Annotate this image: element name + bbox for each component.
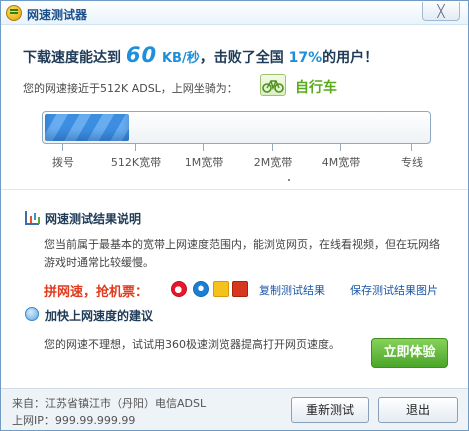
speed-value: 60 — [125, 43, 158, 67]
result-headline: 下载速度能达到 60 KB/秒，击败了全国 17%的用户！ — [23, 43, 378, 67]
tick-label-512k: 512K宽带 — [110, 156, 162, 169]
headline-mid: ，击败了全国 — [199, 50, 284, 66]
network-description: 您的网速接近于512K ADSL，上网坐骑为： — [23, 82, 238, 95]
tick-label-dialup: 拨号 — [52, 156, 74, 169]
title-bar[interactable]: 网速测试器 ╳ — [1, 1, 468, 25]
tick-label-dedicated: 专线 — [401, 156, 423, 169]
app-logo-icon — [6, 5, 22, 21]
speed-progress-fill — [45, 114, 129, 141]
beat-percent: 17% — [288, 50, 323, 66]
renren-icon[interactable] — [213, 281, 229, 297]
speed-progress-bar — [42, 111, 431, 144]
bicycle-icon — [260, 74, 286, 96]
tick-mark — [203, 144, 204, 151]
tick-mark — [62, 144, 63, 151]
speed-test-window: 网速测试器 ╳ 下载速度能达到 60 KB/秒，击败了全国 17%的用户！ 您的… — [0, 0, 469, 431]
section-divider — [1, 189, 468, 190]
tencent-weibo-icon[interactable] — [193, 281, 209, 297]
window-title: 网速测试器 — [27, 8, 88, 22]
ip-text: 上网IP：999.99.999.99 — [12, 414, 136, 427]
retest-button[interactable]: 重新测试 — [291, 397, 369, 423]
headline-suffix: 的用户！ — [322, 50, 379, 66]
tick-label-4m: 4M宽带 — [321, 156, 361, 169]
tick-label-1m: 1M宽带 — [184, 156, 224, 169]
origin-text: 来自：江苏省镇江市（丹阳）电信ADSL — [12, 397, 207, 410]
decorative-dot — [288, 179, 290, 181]
close-button[interactable]: ╳ — [422, 2, 460, 21]
tick-mark — [135, 144, 136, 151]
try-now-button[interactable]: 立即体验 — [371, 338, 448, 368]
headline-prefix: 下载速度能达到 — [23, 50, 121, 66]
tick-mark — [272, 144, 273, 151]
save-result-image-link[interactable]: 保存测试结果图片 — [350, 282, 438, 298]
vehicle-label: 自行车 — [295, 80, 337, 96]
explanation-text: 您当前属于最基本的宽带上网速度范围内，能浏览网页，在线看视频，但在玩网络游戏时通… — [44, 238, 440, 269]
tick-mark — [340, 144, 341, 151]
chart-icon — [25, 211, 39, 225]
exit-button[interactable]: 退出 — [378, 397, 458, 423]
explanation-title: 网速测试结果说明 — [45, 212, 142, 226]
tick-label-2m: 2M宽带 — [253, 156, 293, 169]
copy-result-link[interactable]: 复制测试结果 — [259, 282, 325, 298]
kaixin-icon[interactable] — [232, 281, 248, 297]
speed-unit: KB/秒 — [161, 51, 200, 66]
footer-bar: 来自：江苏省镇江市（丹阳）电信ADSL 上网IP：999.99.999.99 重… — [1, 388, 468, 430]
lightbulb-icon — [25, 307, 39, 321]
suggestion-text: 您的网速不理想，试试用360极速浏览器提高打开网页速度。 — [44, 338, 340, 351]
promo-label: 拼网速，抢机票： — [44, 285, 149, 300]
suggestion-title: 加快上网速度的建议 — [45, 309, 154, 323]
weibo-icon[interactable] — [171, 281, 187, 297]
tick-mark — [411, 144, 412, 151]
